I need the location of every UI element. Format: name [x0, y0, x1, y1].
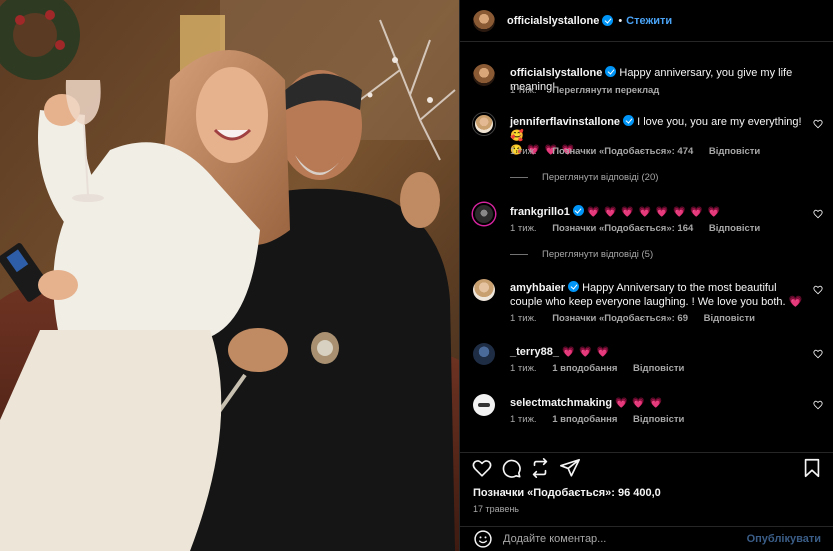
- couple-photo-illustration: [0, 0, 459, 551]
- replies-divider: [510, 254, 528, 255]
- replies-divider: [510, 177, 528, 178]
- like-comment-heart-icon[interactable]: [813, 119, 823, 129]
- header-separator: •: [618, 14, 623, 27]
- comment-username[interactable]: selectmatchmaking: [510, 397, 612, 409]
- post-likes-count[interactable]: Позначки «Подобається»: 96 400,0: [473, 487, 661, 499]
- view-replies[interactable]: Переглянути відповіді (5): [510, 249, 653, 260]
- comment-username[interactable]: jenniferflavinstallone: [510, 116, 620, 128]
- post-actions: Позначки «Подобається»: 96 400,0 17 трав…: [460, 452, 833, 522]
- comment-username[interactable]: _terry88_: [510, 346, 559, 358]
- avatar[interactable]: [473, 279, 495, 301]
- verified-icon: [572, 205, 584, 216]
- comment-meta: 1 тиж. Позначки «Подобається»: 474 Відпо…: [510, 146, 773, 157]
- comment-body: selectmatchmaking 💗 💗 💗: [510, 396, 806, 411]
- publish-comment-button[interactable]: Опублікувати: [747, 533, 821, 545]
- comment-body: amyhbaier Happy Anniversary to the most …: [510, 281, 806, 309]
- comment-body: frankgrillo1 💗 💗 💗 💗 💗 💗 💗 💗: [510, 205, 806, 220]
- view-replies[interactable]: Переглянути відповіді (20): [510, 172, 658, 183]
- comment-meta: 1 тиж. 1 вподобання Відповісти: [510, 363, 697, 374]
- post-dialog: officialslystallone • Стежити officialsl…: [0, 0, 833, 551]
- view-replies-label[interactable]: Переглянути відповіді (5): [542, 249, 653, 260]
- verified-icon: [623, 115, 635, 126]
- send-icon[interactable]: [559, 457, 581, 479]
- follow-button[interactable]: Стежити: [626, 15, 672, 27]
- reply-button[interactable]: Відповісти: [633, 363, 684, 374]
- reply-button[interactable]: Відповісти: [709, 146, 760, 157]
- view-replies-label[interactable]: Переглянути відповіді (20): [542, 172, 658, 183]
- caption-username[interactable]: officialslystallone: [510, 67, 602, 79]
- comment-body: _terry88_ 💗 💗 💗: [510, 345, 806, 360]
- like-comment-heart-icon[interactable]: [813, 349, 823, 359]
- avatar[interactable]: [473, 343, 495, 365]
- like-comment-heart-icon[interactable]: [813, 400, 823, 410]
- avatar[interactable]: [473, 394, 495, 416]
- post-photo[interactable]: [0, 0, 459, 551]
- like-comment-heart-icon[interactable]: [813, 209, 823, 219]
- comment-meta: 1 тиж. 1 вподобання Відповісти: [510, 414, 697, 425]
- comment-text: 💗 💗 💗 💗 💗 💗 💗 💗: [586, 207, 722, 218]
- author-username[interactable]: officialslystallone: [507, 15, 599, 27]
- heart-icon[interactable]: [471, 457, 493, 479]
- avatar[interactable]: [473, 9, 495, 32]
- share-icon[interactable]: [529, 457, 551, 479]
- comment-likes[interactable]: Позначки «Подобається»: 164: [552, 223, 693, 234]
- comment-likes[interactable]: 1 вподобання: [552, 414, 617, 425]
- comment-username[interactable]: frankgrillo1: [510, 206, 570, 218]
- verified-icon: [605, 66, 617, 77]
- comment-time: 1 тиж.: [510, 414, 537, 425]
- comment-composer: Опублікувати: [460, 526, 833, 551]
- comment-likes[interactable]: 1 вподобання: [552, 363, 617, 374]
- comment-time: 1 тиж.: [510, 223, 537, 234]
- comment-time: 1 тиж.: [510, 313, 537, 324]
- bookmark-icon[interactable]: [801, 457, 823, 479]
- comment-meta: 1 тиж. Позначки «Подобається»: 69 Відпов…: [510, 313, 768, 324]
- reply-button[interactable]: Відповісти: [633, 414, 684, 425]
- avatar[interactable]: [473, 64, 495, 86]
- comment-likes[interactable]: Позначки «Подобається»: 69: [552, 313, 688, 324]
- comment-text: 💗 💗 💗: [615, 398, 664, 409]
- comment-meta: 1 тиж. Позначки «Подобається»: 164 Відпо…: [510, 223, 773, 234]
- avatar[interactable]: [473, 113, 495, 135]
- reply-button[interactable]: Відповісти: [709, 223, 760, 234]
- reply-button[interactable]: Відповісти: [704, 313, 755, 324]
- post-date: 17 травень: [473, 504, 519, 514]
- post-header: officialslystallone • Стежити: [460, 0, 833, 42]
- comment-icon[interactable]: [500, 457, 522, 479]
- comment-text: 💗 💗 💗: [562, 347, 610, 358]
- emoji-icon[interactable]: [473, 529, 493, 549]
- caption-time: 1 тиж.: [510, 85, 537, 96]
- verified-icon: [602, 15, 614, 26]
- comment-time: 1 тиж.: [510, 363, 537, 374]
- comment-username[interactable]: amyhbaier: [510, 282, 565, 294]
- comment-time: 1 тиж.: [510, 146, 537, 157]
- comment-input[interactable]: [503, 533, 743, 545]
- avatar[interactable]: [473, 203, 495, 225]
- post-side-panel: officialslystallone • Стежити officialsl…: [459, 0, 833, 551]
- translate-link[interactable]: Переглянути переклад: [552, 85, 659, 96]
- like-comment-heart-icon[interactable]: [813, 285, 823, 295]
- comments-list[interactable]: officialslystallone Happy anniversary, y…: [460, 42, 833, 452]
- comment-likes[interactable]: Позначки «Подобається»: 474: [552, 146, 693, 157]
- caption-meta: 1 тиж. Переглянути переклад: [510, 85, 672, 96]
- verified-icon: [568, 281, 580, 292]
